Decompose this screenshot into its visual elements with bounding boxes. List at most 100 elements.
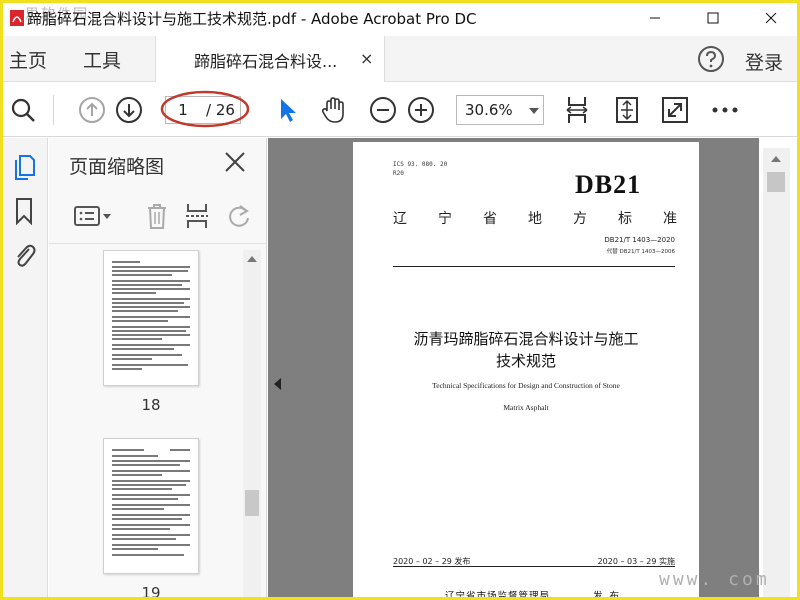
standard-type: 辽 宁 省 地 方 标 准: [393, 208, 677, 228]
tabs-bar: 主页 工具 蹄脂碎石混合料设... × 登录: [3, 36, 797, 82]
tab-tools[interactable]: 工具: [83, 46, 121, 73]
search-icon: [11, 98, 35, 122]
rotate-page-button[interactable]: [223, 200, 255, 232]
select-tool-button[interactable]: [271, 94, 303, 126]
maximize-icon: [707, 12, 719, 24]
more-icon: [712, 107, 738, 113]
zoom-out-icon: [370, 97, 396, 123]
left-rail: [3, 138, 48, 597]
toolbar-separator: [53, 95, 54, 125]
login-link[interactable]: 登录: [745, 48, 783, 75]
delete-page-button[interactable]: [141, 200, 173, 232]
zoom-in-button[interactable]: [405, 94, 437, 126]
ics-line: ICS 93. 080. 20: [393, 161, 448, 168]
standard-number: DB21/T 1403—2020: [604, 236, 675, 244]
standard-type-char: 方: [573, 211, 587, 227]
title-en-line2: Matrix Asphalt: [503, 403, 549, 412]
zoom-dropdown[interactable]: 30.6%: [456, 95, 544, 125]
hand-icon: [321, 97, 344, 123]
full-screen-icon: [662, 97, 688, 123]
next-page-button[interactable]: [113, 94, 145, 126]
hand-tool-button[interactable]: [317, 94, 349, 126]
chevron-down-icon: [529, 108, 539, 114]
footer-rule: [393, 566, 675, 567]
document-view: ICS 93. 080. 20 R20 DB21 辽 宁 省 地 方 标 准 D…: [268, 138, 797, 600]
thumbnail-scroll-thumb[interactable]: [245, 490, 259, 516]
search-button[interactable]: [7, 94, 39, 126]
zoom-value: 30.6%: [465, 101, 513, 119]
standard-type-char: 地: [528, 211, 542, 227]
tab-home[interactable]: 主页: [9, 46, 47, 73]
title-cn-line1: 沥青玛蹄脂碎石混合料设计与施工: [413, 330, 639, 348]
thumbnails-panel: 页面缩略图 18 19: [49, 138, 267, 600]
main-toolbar: 1 / 26 30.6%: [3, 83, 797, 137]
scroll-mode-button[interactable]: [611, 94, 643, 126]
thumbnail-page[interactable]: [103, 438, 199, 574]
close-window-button[interactable]: [748, 3, 794, 33]
scroll-up-icon[interactable]: [247, 256, 257, 262]
scroll-up-icon[interactable]: [771, 156, 781, 162]
tab-close-button[interactable]: ×: [360, 49, 373, 68]
prev-page-button[interactable]: [76, 94, 108, 126]
issuer: 辽宁省市场监督管理局: [445, 591, 551, 600]
title-en-line1: Technical Specifications for Design and …: [432, 381, 620, 390]
minimize-button[interactable]: [632, 3, 678, 33]
scroll-mode-icon: [616, 97, 638, 123]
standard-type-char: 宁: [438, 211, 452, 227]
tab-document-label: 蹄脂碎石混合料设...: [194, 52, 338, 71]
right-pane-strip: [790, 138, 797, 597]
bookmark-icon: [16, 198, 32, 225]
thumbnail-page[interactable]: [103, 250, 199, 386]
fit-page-button[interactable]: [561, 94, 593, 126]
zoom-out-button[interactable]: [367, 94, 399, 126]
paperclip-icon: [17, 244, 36, 267]
rotate-icon: [229, 205, 249, 227]
full-screen-button[interactable]: [659, 94, 691, 126]
standard-type-char: 标: [618, 211, 632, 227]
options-menu-button[interactable]: [73, 200, 113, 232]
db-code: DB21: [575, 170, 642, 199]
thumbnail-list: 18 19: [49, 250, 249, 600]
pdf-page: ICS 93. 080. 20 R20 DB21 辽 宁 省 地 方 标 准 D…: [353, 142, 699, 600]
insert-page-button[interactable]: [181, 200, 213, 232]
bookmarks-button[interactable]: [9, 196, 39, 226]
document-scroll-thumb[interactable]: [767, 172, 785, 192]
insert-page-icon: [186, 204, 208, 228]
standard-type-char: 准: [663, 211, 677, 227]
trash-icon: [148, 204, 166, 229]
help-icon[interactable]: [697, 45, 725, 73]
prev-page-icon: [79, 97, 105, 123]
close-icon: [765, 12, 777, 24]
select-cursor-icon: [281, 99, 296, 122]
title-bar: 思软件园 蹄脂碎石混合料设计与施工技术规范.pdf - Adobe Acroba…: [3, 3, 797, 33]
collapse-left-panel-icon[interactable]: [274, 378, 281, 390]
tab-document[interactable]: 蹄脂碎石混合料设... ×: [155, 36, 385, 82]
document-scrollbar[interactable]: [763, 148, 791, 597]
acrobat-app-icon: [10, 10, 24, 26]
minimize-icon: [650, 17, 660, 19]
more-tools-button[interactable]: [709, 94, 741, 126]
window-title: 蹄脂碎石混合料设计与施工技术规范.pdf - Adobe Acrobat Pro…: [27, 10, 477, 28]
replaces-note: 代替 DB21/T 1403—2006: [606, 249, 675, 255]
thumbnail-scrollbar[interactable]: [243, 250, 261, 597]
standard-type-char: 辽: [393, 211, 407, 227]
ics-code: ICS 93. 080. 20 R20: [393, 160, 447, 178]
panel-title: 页面缩略图: [69, 156, 165, 178]
close-panel-icon[interactable]: [223, 150, 247, 174]
annotation-ellipse: [160, 90, 250, 128]
publish-word: 发 布: [593, 591, 622, 600]
page-thumbnails-button[interactable]: [9, 152, 39, 182]
thumbnail-label: 19: [141, 584, 161, 600]
ccs-line: R20: [393, 170, 404, 177]
acrobat-window: 思软件园 蹄脂碎石混合料设计与施工技术规范.pdf - Adobe Acroba…: [0, 0, 800, 600]
fit-page-icon: [566, 97, 588, 123]
title-cn-line2: 技术规范: [495, 352, 556, 370]
zoom-in-icon: [408, 97, 434, 123]
thumbnail-label: 18: [141, 396, 161, 414]
maximize-button[interactable]: [690, 3, 736, 33]
header-rule: [393, 266, 675, 267]
watermark-bottom-right: www. com: [659, 569, 770, 590]
options-list-icon: [74, 206, 111, 226]
standard-type-char: 省: [483, 211, 497, 227]
attachments-button[interactable]: [9, 240, 39, 270]
